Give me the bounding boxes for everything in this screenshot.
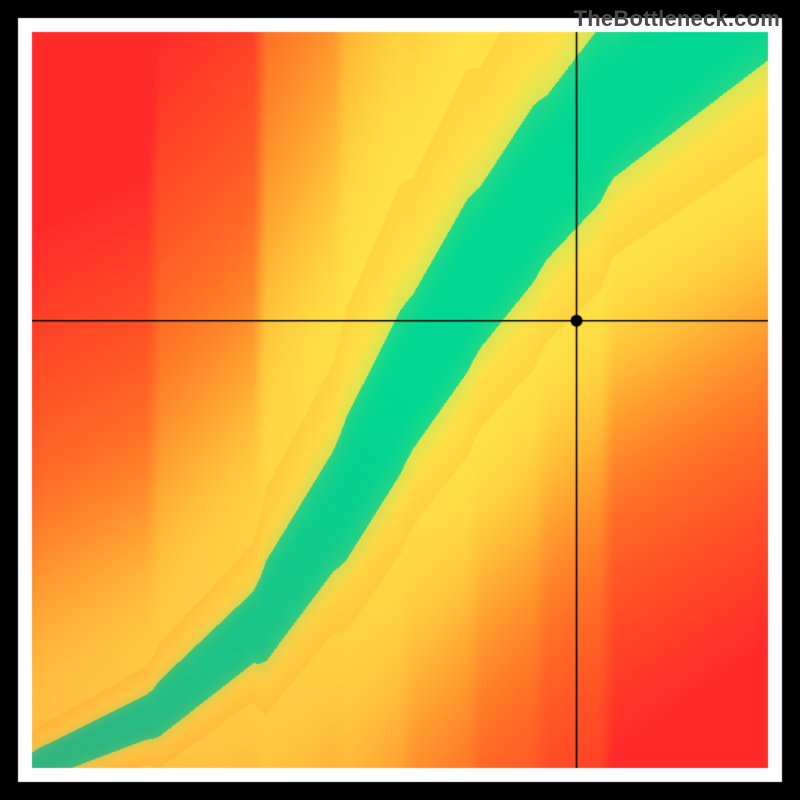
watermark-label: TheBottleneck.com (574, 6, 780, 32)
bottleneck-heatmap (0, 0, 800, 800)
